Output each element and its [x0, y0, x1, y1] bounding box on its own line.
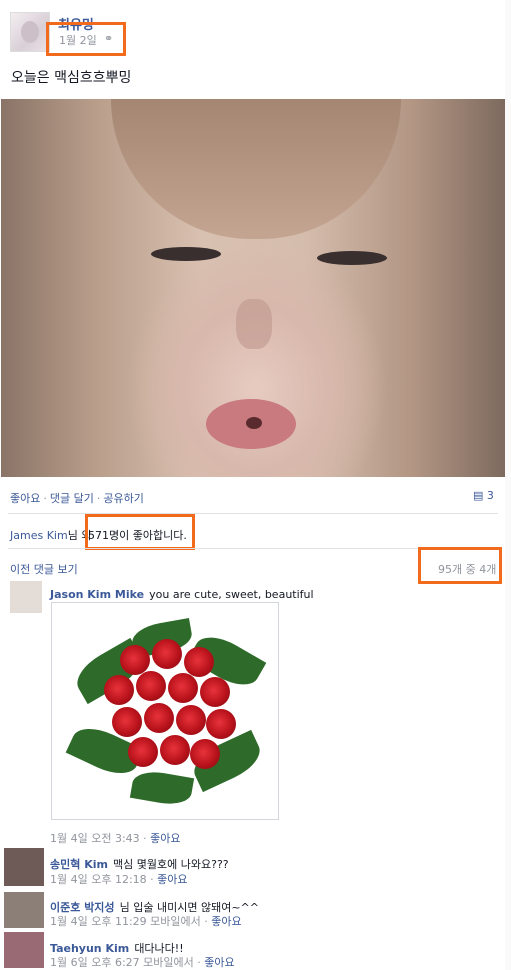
liker-name[interactable]: James Kim [10, 529, 68, 542]
rose [152, 639, 182, 669]
post-text: 오늘은 맥심흐흐뿌밍 [11, 70, 132, 86]
comment-icon: ▤ [473, 489, 484, 502]
like-button[interactable]: 좋아요 [10, 492, 40, 505]
comment-text: you are cute, sweet, beautiful [149, 588, 314, 601]
comment-like-button[interactable]: 좋아요 [204, 956, 234, 969]
likes-row: James Kim님 외 [10, 527, 91, 543]
commenter-avatar[interactable] [10, 581, 42, 613]
scrollbar[interactable] [505, 0, 511, 970]
separator: · [96, 492, 101, 505]
comment-count-value: 3 [486, 489, 494, 502]
comment-via: 모바일에서 [150, 915, 201, 928]
commenter-avatar[interactable] [4, 932, 44, 968]
likes-count[interactable]: 571명이 좋아합니다. [88, 527, 187, 543]
commenter-avatar[interactable] [4, 892, 44, 928]
comment-time[interactable]: 1월 4일 오후 12:18 [50, 873, 147, 886]
rose [144, 703, 174, 733]
rose [104, 675, 134, 705]
rose [112, 707, 142, 737]
rose [200, 677, 230, 707]
rose [120, 645, 150, 675]
comment-meta: 1월 6일 오후 6:27 모바일에서 · 좋아요 [50, 956, 235, 969]
nose [236, 299, 272, 349]
comment-via: 모바일에서 [143, 956, 194, 969]
comment: Jason Kim Mike you are cute, sweet, beau… [50, 583, 490, 602]
rose [160, 735, 190, 765]
comment-image[interactable] [51, 602, 279, 820]
comments-shown-count: 95개 중 4개 [438, 563, 497, 576]
comment-button[interactable]: 댓글 달기 [50, 492, 94, 505]
comment-meta: 1월 4일 오전 3:43 · 좋아요 [50, 832, 181, 845]
divider [8, 513, 498, 514]
rose [190, 739, 220, 769]
rose [136, 671, 166, 701]
lips-inner [246, 417, 262, 429]
right-eye [317, 251, 387, 265]
comment-like-button[interactable]: 좋아요 [157, 873, 187, 886]
post-photo[interactable] [1, 99, 505, 477]
comment-like-button[interactable]: 좋아요 [211, 915, 241, 928]
comment-text: 맥심 몇월호에 나와요??? [113, 858, 229, 871]
comment-like-button[interactable]: 좋아요 [150, 832, 180, 845]
comment-time[interactable]: 1월 6일 오후 6:27 [50, 956, 140, 969]
share-button[interactable]: 공유하기 [103, 492, 143, 505]
action-bar: 좋아요 · 댓글 달기 · 공유하기 [10, 490, 144, 506]
hair-bangs [111, 99, 401, 239]
previous-comments-link[interactable]: 이전 댓글 보기 [10, 561, 78, 577]
globe-icon: ⚭ [104, 32, 114, 45]
comment-time[interactable]: 1월 4일 오후 11:29 [50, 915, 147, 928]
author-avatar[interactable] [10, 12, 50, 52]
leaf [129, 768, 195, 808]
comment-meta: 1월 4일 오후 11:29 모바일에서 · 좋아요 [50, 915, 242, 928]
rose [168, 673, 198, 703]
comment-count[interactable]: ▤ 3 [473, 489, 494, 502]
comment-meta: 1월 4일 오후 12:18 · 좋아요 [50, 873, 188, 886]
separator: · [43, 492, 47, 505]
commenter-name[interactable]: Jason Kim Mike [50, 588, 144, 601]
commenter-avatar[interactable] [4, 848, 44, 886]
rose [184, 647, 214, 677]
rose [206, 709, 236, 739]
comment-time[interactable]: 1월 4일 오전 3:43 [50, 832, 140, 845]
rose [176, 705, 206, 735]
rose [128, 737, 158, 767]
comment: 송민혁 Kim 맥심 몇월호에 나와요??? [50, 853, 490, 872]
commenter-name[interactable]: 송민혁 Kim [50, 858, 108, 871]
post-timestamp[interactable]: 1월 2일 [59, 32, 97, 48]
left-eye [151, 247, 221, 261]
